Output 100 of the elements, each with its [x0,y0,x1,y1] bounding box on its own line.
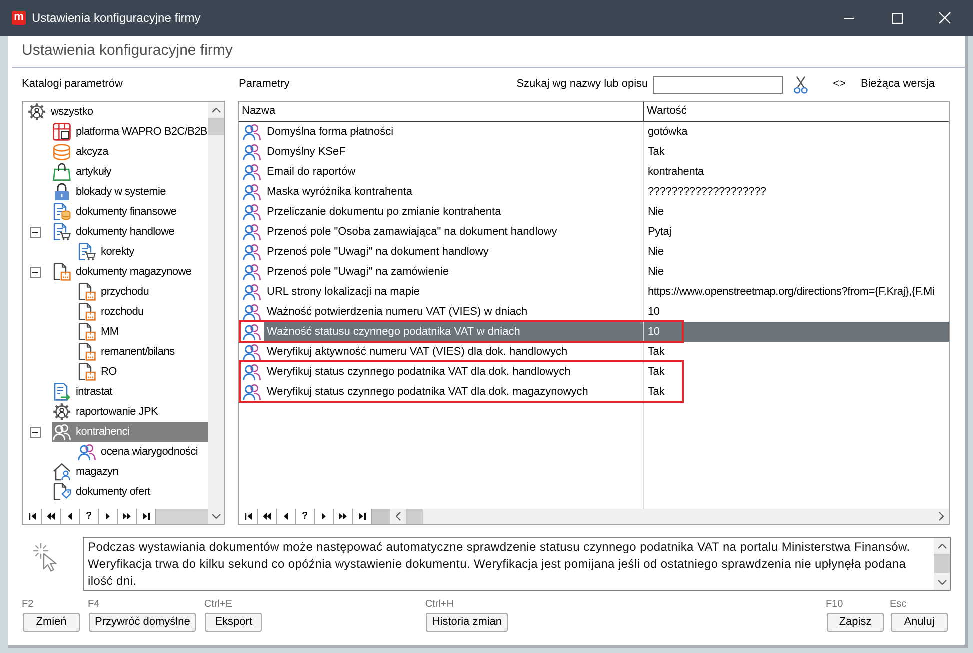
column-header[interactable]: Nazwa [239,102,643,121]
table-cell: https://www.openstreetmap.org/directions?from={F.Kraj},{F.Mi [643,282,949,302]
people-icon [243,364,261,380]
tree-item[interactable]: raportowanie JPK [52,402,208,422]
scrollbar[interactable] [208,102,224,524]
tree-item[interactable]: kontrahenci [52,422,208,442]
scrollbar-thumb[interactable] [934,554,950,573]
people-icon [53,424,71,440]
dialog-button[interactable]: Zapisz [827,613,884,632]
double-triangle-right-icon [339,513,347,520]
prior-button[interactable] [61,509,80,524]
prior-page-button[interactable] [42,509,61,524]
skip-to-start-icon [28,513,36,520]
clear-search-button[interactable] [794,76,808,94]
window-title: Ustawienia konfiguracyjne firmy [32,10,201,27]
house-person-icon [53,463,71,481]
collapse-icon[interactable] [30,266,41,278]
collapse-icon[interactable] [30,226,41,238]
people-icon [243,164,261,180]
compare-button[interactable]: <> [833,76,846,93]
people-icon [243,264,261,280]
table-cell: ???????????????????? [643,182,949,202]
double-triangle-left-icon [263,513,271,520]
gear-people-icon [53,403,71,421]
double-triangle-right-icon [123,513,131,520]
grid-icon [53,123,71,141]
tree-item[interactable]: dokumenty handlowe [52,222,208,242]
shortcut-label: F2 [22,599,34,612]
table-cell-text: Weryfikuj status czynnego podatnika VAT dla dok. magazynowych [266,384,590,400]
people-icon [243,324,261,340]
table-cell: Nie [643,262,949,282]
last-button[interactable] [137,509,156,524]
tree-item[interactable]: MM [77,322,208,342]
triangle-right-icon [106,513,110,520]
tree-item[interactable]: remanent/bilans [77,342,208,362]
tree-item[interactable]: blokady w systemie [52,182,208,202]
people-icon [243,284,261,300]
tree-item[interactable]: dokumenty ofert [52,482,208,502]
table-cell-text: Ważność potwierdzenia numeru VAT (VIES) w dniach [266,304,529,320]
table-cell: Tak [643,362,949,382]
tree-item[interactable]: przychodu [77,282,208,302]
tree-item[interactable]: artykuły [52,162,208,182]
table-cell: Nie [643,202,949,222]
dialog-button[interactable]: Historia zmian [426,613,508,632]
skip-to-end-icon [142,513,150,520]
collapse-icon[interactable] [30,426,41,438]
tree-item[interactable]: intrastat [52,382,208,402]
tree-item[interactable]: wszystko [27,102,208,122]
scrollbar[interactable] [390,509,949,524]
table-cell: Ważność statusu czynnego podatnika VAT w dniach [264,322,643,342]
table-cell-text: Przeliczanie dokumentu po zmianie kontrahenta [266,204,502,220]
people-icon [78,444,96,460]
people-icon [243,224,261,240]
maximize-icon [892,12,902,24]
scrollbar-thumb[interactable] [208,118,224,135]
people-icon [243,384,261,400]
document-box-icon [78,363,96,381]
document-tag-icon [53,483,71,501]
people-icon [243,244,261,260]
shortcut-label: Ctrl+E [204,599,232,612]
panel-label: Parametry [239,77,290,92]
scrollbar-thumb[interactable] [406,509,423,524]
version-link[interactable]: Bieżąca wersja [861,76,935,93]
table-cell: gotówka [643,122,949,142]
dialog-button[interactable]: Przywróć domyślne [89,613,196,632]
tree-item[interactable]: rozchodu [77,302,208,322]
lock-icon [54,183,70,201]
tree-item[interactable]: dokumenty finansowe [52,202,208,222]
spacer-block [372,509,390,524]
tree-item[interactable]: akcyza [52,142,208,162]
tree-item[interactable]: platforma WAPRO B2C/B2B [52,122,208,142]
tree-item[interactable]: dokumenty magazynowe [52,262,208,282]
description-text: Podczas wystawiania dokumentów może następować automatyczne sprawdzenie statusu czynnego podatnika VAT na portalu Ministerstwa Finansów. Weryfikacja trwa do kilku sekund co opóźnia wystawienie dokumentu. Weryfikacja jest pomijana jeśli od ostatniego sprawdzenia nie upłynęła podana ilość dni. [87,539,912,590]
tree-item[interactable]: magazyn [52,462,208,482]
tree-item[interactable]: korekty [77,242,208,262]
tree-item[interactable]: ocena wiarygodności [77,442,208,462]
chevron-up-icon [938,544,946,548]
next-button[interactable] [99,509,118,524]
shortcut-label: Ctrl+H [425,599,454,612]
chevron-left-icon [396,512,400,521]
dialog-button[interactable]: Zmień [23,613,80,632]
tree-item[interactable]: RO [77,362,208,382]
table-cell: 10 [643,322,949,342]
table-cell: Nie [643,242,949,262]
search-field[interactable] [653,76,784,94]
dialog-button[interactable]: Anuluj [891,613,948,632]
people-icon [243,124,261,140]
triangle-left-icon [68,513,72,520]
chevron-up-icon [212,108,220,112]
column-header[interactable]: Wartość [643,102,949,121]
next-page-button[interactable] [118,509,137,524]
people-icon [243,144,261,160]
scrollbar[interactable] [934,538,950,590]
app-logo: m [12,11,26,25]
table-cell: Tak [643,382,949,402]
dialog-button[interactable]: Eksport [205,613,262,632]
table-cell-text: Maska wyróżnika kontrahenta [266,184,414,200]
help-button[interactable]: ? [80,509,99,524]
document-cart-icon [78,243,96,261]
first-button[interactable] [23,509,42,524]
